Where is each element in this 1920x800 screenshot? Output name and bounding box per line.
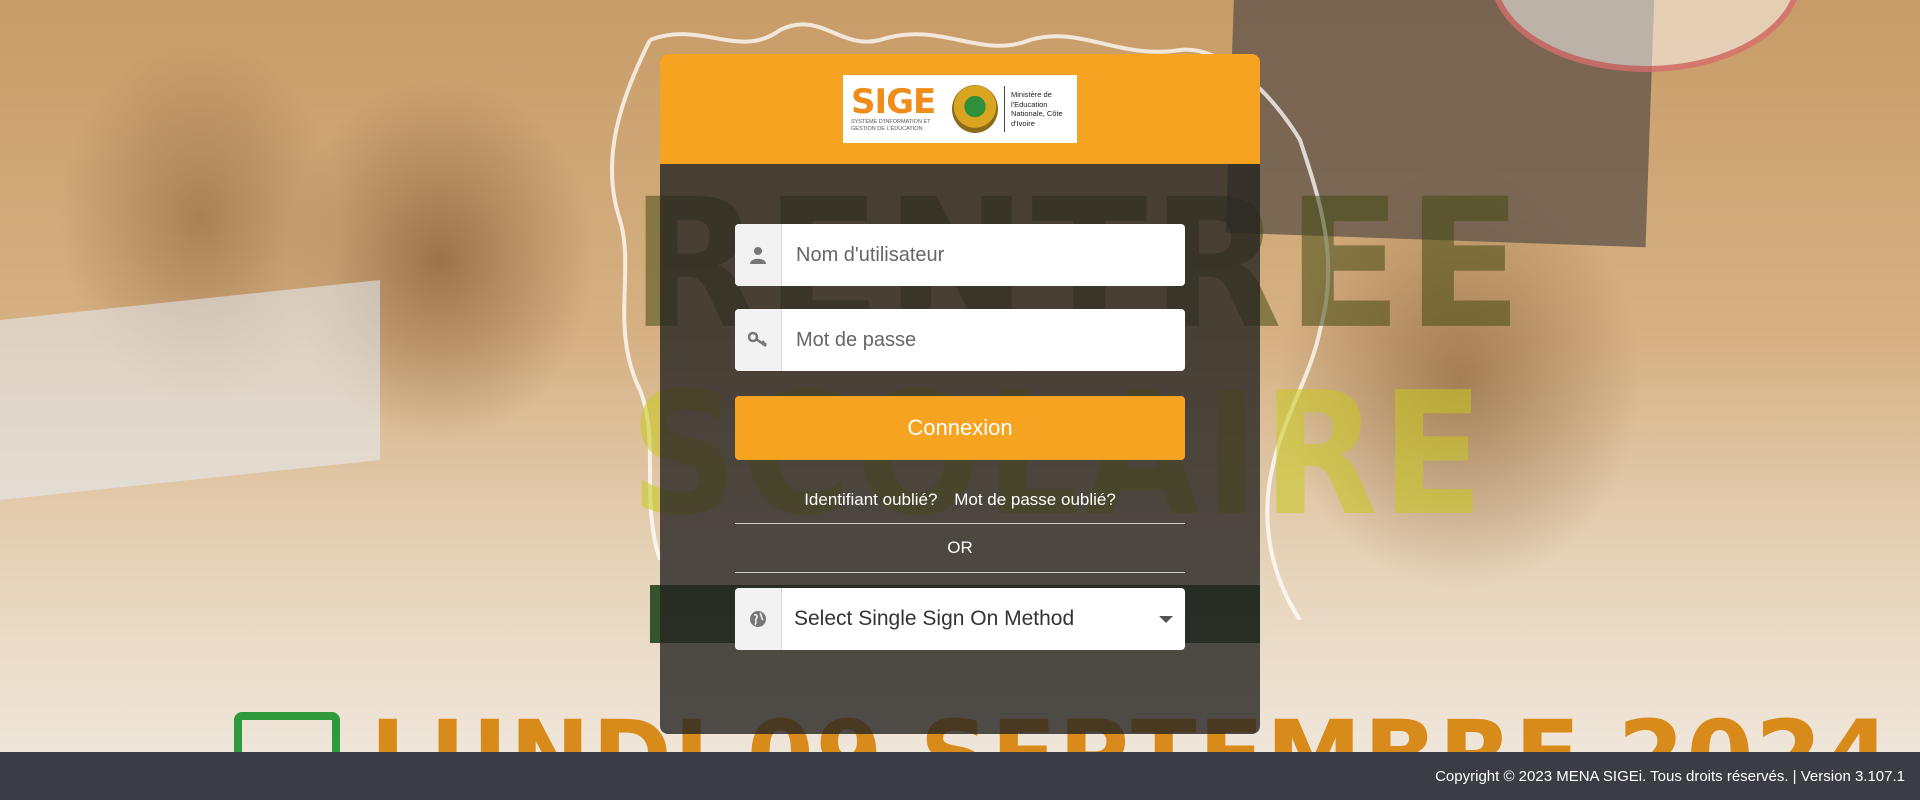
divider-top — [735, 523, 1185, 524]
sige-logo: SIGE SYSTÈME D'INFORMATION ET GESTION DE… — [843, 75, 1077, 143]
logo-brand: SIGE — [851, 82, 936, 122]
logo-brand-block: SIGE SYSTÈME D'INFORMATION ET GESTION DE… — [851, 85, 946, 133]
or-separator: OR — [947, 538, 973, 557]
username-field — [735, 224, 1185, 286]
background-desk — [0, 280, 380, 500]
caret-down-icon — [1159, 615, 1173, 623]
sso-method-select[interactable]: Select Single Sign On Method — [782, 588, 1185, 650]
username-input[interactable] — [782, 224, 1185, 286]
globe-icon — [735, 588, 782, 650]
logo-brand-subtitle: SYSTÈME D'INFORMATION ET GESTION DE L'ÉD… — [851, 119, 931, 132]
sso-selected-value: Select Single Sign On Method — [794, 607, 1075, 630]
logo-divider — [1004, 86, 1005, 132]
sso-field: Select Single Sign On Method — [735, 588, 1185, 650]
coat-of-arms-icon — [952, 85, 998, 133]
password-field — [735, 309, 1185, 371]
recovery-links: Identifiant oublié? Mot de passe oublié? — [735, 490, 1185, 510]
key-icon — [735, 309, 782, 371]
login-button[interactable]: Connexion — [735, 396, 1185, 460]
card-header: SIGE SYSTÈME D'INFORMATION ET GESTION DE… — [660, 54, 1260, 164]
user-icon — [735, 224, 782, 286]
password-input[interactable] — [782, 309, 1185, 371]
forgot-password-link[interactable]: Mot de passe oublié? — [954, 490, 1116, 509]
forgot-id-link[interactable]: Identifiant oublié? — [804, 490, 937, 509]
login-card: SIGE SYSTÈME D'INFORMATION ET GESTION DE… — [660, 54, 1260, 734]
logo-ministry: Ministère de l'Education Nationale, Côte… — [1011, 90, 1063, 128]
page-footer: Copyright © 2023 MENA SIGEi. Tous droits… — [0, 752, 1920, 800]
copyright-text: Copyright © 2023 MENA SIGEi. Tous droits… — [1435, 767, 1905, 785]
divider-bottom — [735, 572, 1185, 573]
